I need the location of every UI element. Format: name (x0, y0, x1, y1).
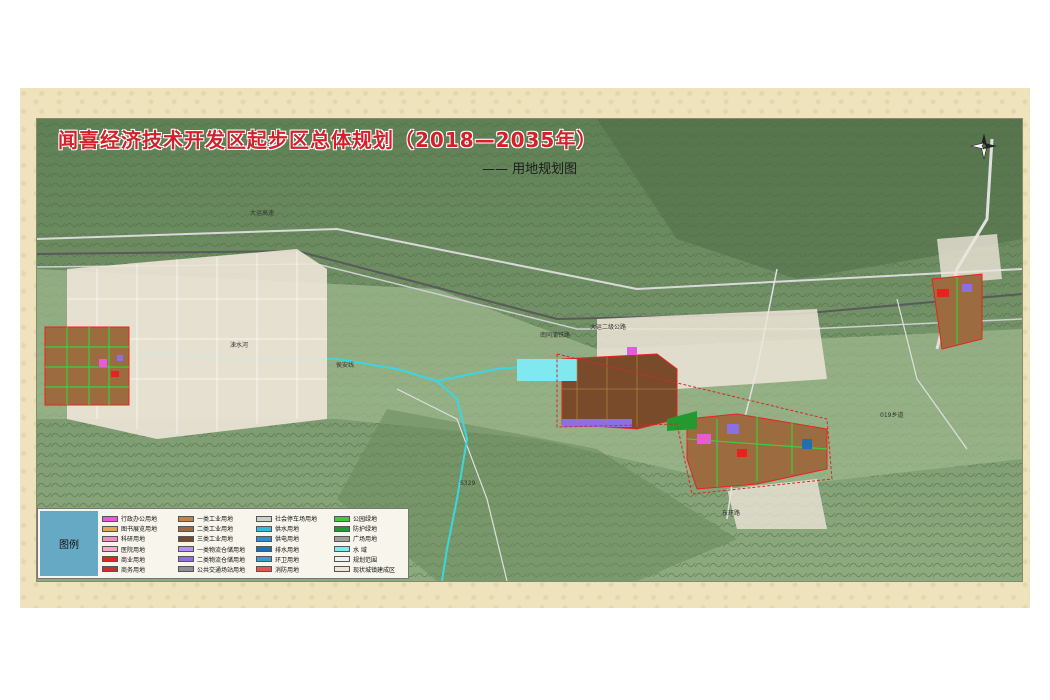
legend-swatch (334, 525, 350, 532)
legend-label: 公园绿地 (353, 516, 378, 523)
legend-swatch (102, 525, 118, 532)
legend-item: 商务用地 (102, 565, 157, 574)
legend-item: 环卫用地 (256, 555, 317, 564)
legend-item: 防护绿地 (334, 524, 395, 533)
legend-swatch (178, 535, 194, 542)
legend-item: 医院用地 (102, 545, 157, 554)
legend-item: 现状城镇建成区 (334, 565, 395, 574)
legend-label: 供水用地 (275, 526, 300, 534)
legend-label: 二类工业用地 (197, 526, 234, 534)
legend-label: 二类物流仓储用地 (197, 556, 246, 564)
legend-label: 医院用地 (121, 546, 146, 554)
legend-label: 环卫用地 (275, 556, 300, 564)
legend-item: 广场用地 (334, 534, 395, 543)
legend-swatch (334, 566, 350, 573)
road-label: 东环路 (722, 510, 741, 517)
legend-label: 供电用地 (275, 536, 300, 544)
legend-item: 供水用地 (256, 524, 317, 533)
legend-column: 公园绿地防护绿地广场用地水 域规划范围现状城镇建成区 (334, 514, 395, 575)
legend-swatch (178, 546, 194, 553)
legend-swatch (102, 566, 118, 573)
legend-swatch (256, 525, 272, 532)
legend-column: 行政办公用地 图书展览用地 科研用地医院用地商业用地商务用地 (102, 514, 157, 575)
legend-swatch (256, 535, 272, 542)
legend-swatch (178, 525, 194, 532)
legend-label: 公共交通场站用地 (197, 566, 246, 574)
legend-item: 一类物流仓储用地 (178, 545, 245, 554)
legend-swatch (102, 546, 118, 553)
legend-item: 公园绿地 (334, 514, 395, 523)
legend-swatch (102, 535, 118, 542)
road-label: 大运高速 (250, 210, 275, 217)
legend-item: 水 域 (334, 545, 395, 554)
legend-title-box: 图例 (40, 511, 98, 576)
map-legend: 图例 行政办公用地 图书展览用地 科研用地 医院用地 商业用地 商务用地 一类工业用地 二类… (37, 508, 409, 579)
legend-label: 行政办公用地 (121, 516, 158, 523)
legend-item: 社会停车场用地 (256, 514, 317, 523)
legend-item: 消防用地 (256, 565, 317, 574)
legend-swatch (178, 566, 194, 573)
legend-label: 商务用地 (121, 566, 146, 574)
legend-label: 水 域 (353, 546, 367, 554)
legend-label: 现状城镇建成区 (353, 566, 396, 574)
legend-label: 广场用地 (353, 536, 378, 544)
legend-label: 排水用地 (275, 546, 300, 554)
legend-swatch (102, 515, 118, 522)
legend-label: 规划范围 (353, 556, 378, 564)
road-label: S329 (460, 480, 476, 487)
legend-item: 图书展览用地 (102, 524, 157, 533)
legend-item: 二类工业用地 (178, 524, 245, 533)
legend-item: 行政办公用地 (102, 514, 157, 523)
legend-swatch (178, 515, 194, 522)
road-label: 南同蒲铁路 (540, 332, 571, 339)
legend-swatch (178, 556, 194, 563)
legend-label: 一类物流仓储用地 (197, 546, 246, 554)
legend-item: 三类工业用地 (178, 534, 245, 543)
legend-item: 二类物流仓储用地 (178, 555, 245, 564)
legend-label: 一类工业用地 (197, 516, 234, 523)
legend-swatch (256, 515, 272, 522)
north-arrow-icon (970, 133, 997, 160)
legend-column: 社会停车场用地 供水用地供电用地排水用地环卫用地消防用地 (256, 514, 317, 575)
legend-label: 防护绿地 (353, 526, 378, 534)
map-subtitle: —— 用地规划图 (482, 162, 578, 177)
legend-swatch (334, 546, 350, 553)
legend-item: 排水用地 (256, 545, 317, 554)
legend-label: 图书展览用地 (121, 526, 158, 534)
legend-swatch (334, 535, 350, 542)
legend-column: 一类工业用地 二类工业用地 三类工业用地一类物流仓储用地 二类物流仓储用地 公共交通场站… (178, 514, 245, 575)
legend-swatch (256, 566, 272, 573)
legend-label: 三类工业用地 (197, 536, 234, 544)
legend-swatch (102, 556, 118, 563)
road-label: 涑水河 (230, 342, 249, 349)
legend-label: 科研用地 (121, 536, 146, 544)
road-label: 侯安线 (336, 362, 355, 369)
legend-label: 商业用地 (121, 556, 146, 564)
legend-item: 规划范围 (334, 555, 395, 564)
legend-title: 图例 (59, 540, 79, 551)
legend-item: 商业用地 (102, 555, 157, 564)
legend-label: 消防用地 (275, 566, 300, 574)
map-title: 闻喜经济技术开发区起步区总体规划（2018—2035年） (58, 128, 598, 152)
legend-label: 社会停车场用地 (275, 516, 318, 523)
legend-swatch (256, 546, 272, 553)
legend-item: 一类工业用地 (178, 514, 245, 523)
legend-swatch (256, 556, 272, 563)
legend-swatch (334, 515, 350, 522)
road-label: 大运二级公路 (590, 324, 627, 331)
legend-item: 公共交通场站用地 (178, 565, 245, 574)
legend-item: 供电用地 (256, 534, 317, 543)
legend-swatch (334, 556, 350, 563)
legend-item: 科研用地 (102, 534, 157, 543)
road-label: 019乡道 (880, 412, 904, 419)
